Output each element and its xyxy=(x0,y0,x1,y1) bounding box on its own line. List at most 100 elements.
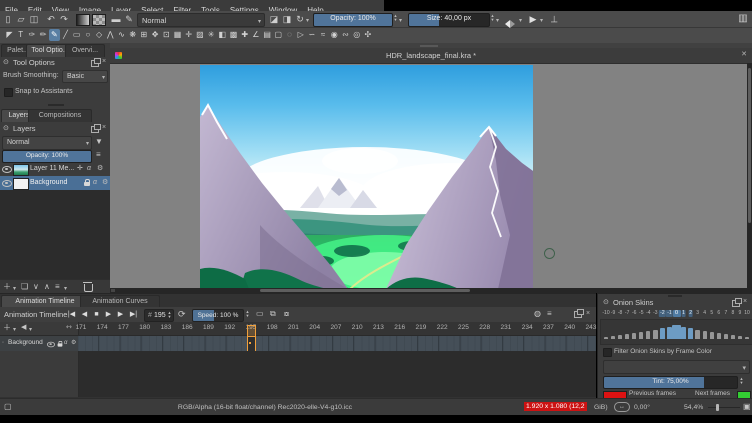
layer-row-selected[interactable]: Background α ⚙ xyxy=(0,176,110,190)
tint-spin[interactable]: ▲▼ xyxy=(738,377,745,385)
onion-offset-0[interactable]: 0 xyxy=(672,310,680,317)
gradient-swatch[interactable] xyxy=(76,14,90,26)
size-spin[interactable]: ▲▼ xyxy=(489,14,496,22)
onion-opacity-bar[interactable] xyxy=(660,328,664,339)
zoom-handle-icon[interactable]: ⇿ xyxy=(66,324,72,331)
onion-opacity-bar[interactable] xyxy=(745,337,749,339)
onion-opacity-bar[interactable] xyxy=(625,334,629,339)
playback-range-icon[interactable]: ⟳ xyxy=(178,310,186,319)
dock-splitter-handle[interactable] xyxy=(420,45,438,47)
freehand-brush-tool[interactable]: ✎ xyxy=(49,29,60,41)
drop-frames-icon[interactable]: ▭ xyxy=(256,310,264,318)
onion-opacity-bar[interactable] xyxy=(688,328,692,339)
onion-offset-5[interactable]: 5 xyxy=(709,310,714,317)
onion-offset-9[interactable]: 9 xyxy=(738,310,743,317)
onion-offset-7[interactable]: 7 xyxy=(723,310,728,317)
canvas-vscrollbar[interactable] xyxy=(747,63,752,288)
chevron-down-icon[interactable]: ▾ xyxy=(496,17,499,24)
skip-to-end-button[interactable]: ▶| xyxy=(127,309,140,320)
tab-compositions[interactable]: Compositions xyxy=(28,109,92,122)
move-layer-up-button[interactable]: ∧ xyxy=(44,283,50,291)
layer-alpha-icon[interactable]: α xyxy=(93,179,97,186)
transform-tool[interactable]: ⊞ xyxy=(138,29,149,41)
vscrollbar-thumb[interactable] xyxy=(748,68,751,223)
canvas-rotation-reset-icon[interactable]: ↔ xyxy=(614,402,630,412)
undo-button[interactable]: ↶ xyxy=(45,13,57,25)
float-docker-icon[interactable] xyxy=(732,300,740,307)
pattern-swatch[interactable] xyxy=(92,14,106,26)
onion-opacity-bar[interactable] xyxy=(653,330,657,339)
onion-offset-10[interactable]: 10 xyxy=(743,310,751,317)
zoom-slider-thumb[interactable] xyxy=(716,404,719,411)
rectangle-tool[interactable]: ▭ xyxy=(71,29,82,41)
color-sampler-tool[interactable]: ✛ xyxy=(183,29,194,41)
open-document-button[interactable]: ▱ xyxy=(15,13,27,25)
onion-opacity-bar[interactable] xyxy=(724,334,728,339)
onion-offset-1[interactable]: 1 xyxy=(681,310,686,317)
layer-visible-icon[interactable] xyxy=(47,342,55,348)
document-titlebar[interactable]: HDR_landscape_final.kra * ✕ xyxy=(110,48,752,64)
brush-smoothing-dropdown[interactable]: Basic ▾ xyxy=(62,70,108,83)
gradient-tool[interactable]: ▦ xyxy=(172,29,183,41)
close-docker-icon[interactable]: × xyxy=(743,298,747,306)
float-docker-icon[interactable] xyxy=(91,126,99,133)
float-docker-icon[interactable] xyxy=(91,60,99,67)
layer-options-icon[interactable]: ≡ xyxy=(96,151,101,159)
dynamic-brush-tool[interactable]: ∿ xyxy=(116,29,127,41)
add-keyframe-button[interactable]: ＋ xyxy=(3,324,11,332)
chevron-down-icon[interactable]: ▾ xyxy=(13,285,16,292)
chevron-down-icon[interactable]: ▾ xyxy=(29,326,32,333)
trim-button[interactable]: ⊣ xyxy=(548,13,560,25)
ellipse-select-tool[interactable]: ◌ xyxy=(284,29,295,41)
frame-number-spinbox[interactable]: # 195 ▲▼ xyxy=(144,309,174,322)
onion-offset-3[interactable]: 3 xyxy=(695,310,700,317)
duplicate-layer-button[interactable]: ❏ xyxy=(21,283,28,291)
chevron-down-icon[interactable]: ▾ xyxy=(13,326,16,333)
brush-preset-chooser[interactable]: ▬ xyxy=(110,13,122,25)
onion-offset-6[interactable]: 6 xyxy=(716,310,721,317)
selection-display-icon[interactable]: ▢ xyxy=(4,403,12,411)
onion-opacity-bar[interactable] xyxy=(703,331,707,339)
next-frame-button[interactable]: ▶ xyxy=(115,309,126,320)
similar-select-tool[interactable]: ≈ xyxy=(318,29,329,41)
onion-offset-2[interactable]: 2 xyxy=(688,310,693,317)
enclose-fill-tool[interactable]: ▩ xyxy=(228,29,239,41)
shape-select-tool[interactable]: ◤ xyxy=(4,29,15,41)
magnetic-select-tool[interactable]: ◉ xyxy=(329,29,340,41)
layer-list-empty-area[interactable] xyxy=(0,190,110,279)
calligraphy-tool[interactable]: ✏ xyxy=(38,29,49,41)
layer-properties-button[interactable]: ≡ xyxy=(55,283,60,291)
onion-offset--7[interactable]: -7 xyxy=(624,310,630,317)
close-document-icon[interactable]: ✕ xyxy=(741,51,747,59)
rect-select-tool[interactable]: ▢ xyxy=(273,29,284,41)
layer-opacity-slider[interactable]: Opacity: 100% xyxy=(2,150,92,163)
delete-layer-button[interactable] xyxy=(84,284,93,292)
chevron-down-icon[interactable]: ▾ xyxy=(306,17,309,24)
tint-slider[interactable]: Tint: 75,00% xyxy=(603,376,738,389)
close-docker-icon[interactable]: × xyxy=(102,124,106,132)
zoom-slider[interactable] xyxy=(708,407,740,408)
show-in-timeline-icon[interactable]: ⧉ xyxy=(270,310,276,318)
reference-images-tool[interactable]: ▤ xyxy=(262,29,273,41)
freehand-select-tool[interactable]: ∽ xyxy=(306,29,317,41)
zoom-to-fit-icon[interactable]: ▣ xyxy=(743,403,751,411)
frame-color-filter-dropdown[interactable]: ▾ xyxy=(603,360,750,374)
stop-button[interactable]: ■ xyxy=(91,309,102,320)
onion-offset--4[interactable]: -4 xyxy=(645,310,651,317)
onion-opacity-bar[interactable] xyxy=(681,327,685,339)
opacity-spin-up[interactable]: ▲▼ xyxy=(392,14,399,22)
onion-opacity-bar[interactable] xyxy=(731,335,735,339)
onion-opacity-bar[interactable] xyxy=(611,336,615,339)
onion-opacity-bar[interactable] xyxy=(639,332,643,339)
onion-opacity-bar[interactable] xyxy=(672,325,681,339)
wrap-around-mode-button[interactable]: ▶ xyxy=(527,13,539,25)
frame-spin[interactable]: ▲▼ xyxy=(166,311,173,319)
close-docker-icon[interactable]: × xyxy=(102,58,106,66)
onion-offset-8[interactable]: 8 xyxy=(731,310,736,317)
ellipse-tool[interactable]: ○ xyxy=(82,29,93,41)
blending-mode-dropdown[interactable]: Normal ▾ xyxy=(137,13,265,27)
timeline-ruler[interactable]: ＋ ▾ ◀ ▾ ⇿ 171174177180183186189192195198… xyxy=(0,322,596,336)
timeline-empty-area[interactable] xyxy=(79,351,596,397)
chevron-down-icon[interactable]: ▾ xyxy=(540,17,543,24)
patch-tool[interactable]: ▨ xyxy=(194,29,205,41)
